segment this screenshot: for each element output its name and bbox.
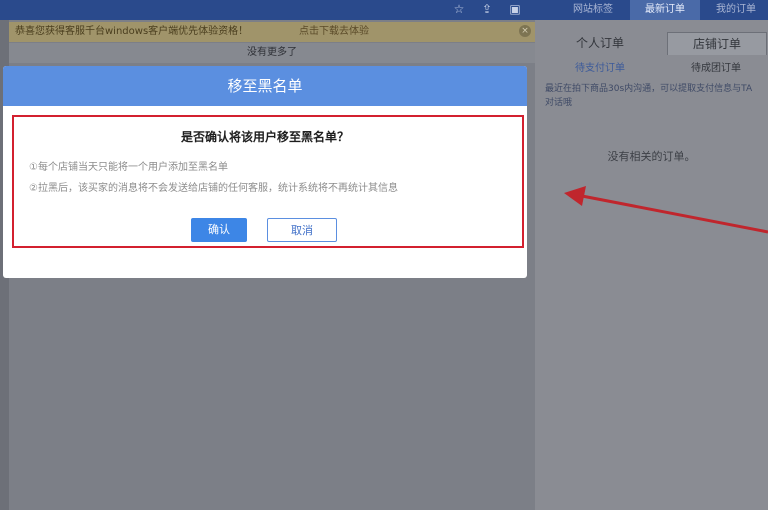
arrow-head <box>564 186 586 206</box>
arrow-shaft <box>581 194 768 234</box>
annotation-arrow-icon <box>564 186 768 234</box>
